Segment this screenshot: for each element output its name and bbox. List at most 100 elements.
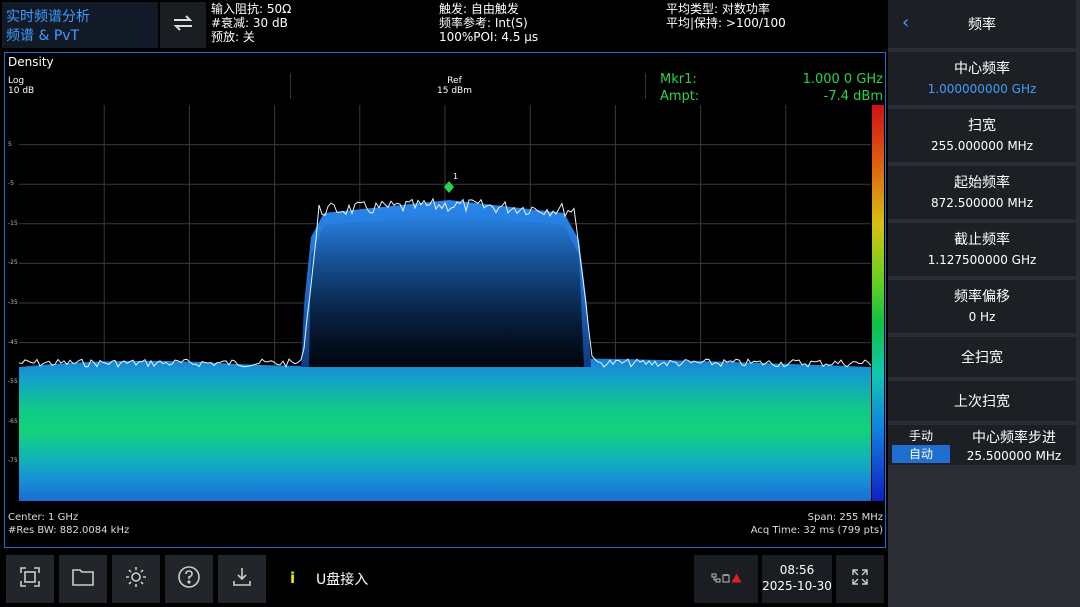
full-span-button[interactable]: 全扫宽: [888, 337, 1076, 377]
average-info[interactable]: 平均类型: 对数功率 平均|保持: >100/100: [666, 2, 786, 30]
acq-time-label: Acq Time: 32 ms (799 pts): [750, 525, 883, 536]
mode-selector[interactable]: 实时频谱分析 频谱 & PvT: [2, 2, 158, 48]
clock-time: 08:56: [779, 563, 815, 577]
marker-number: 1: [453, 172, 458, 181]
last-span-button[interactable]: 上次扫宽: [888, 381, 1076, 421]
attenuation-text: #衰减: 30 dB: [211, 16, 288, 30]
menu-item-label: 中心频率步进: [972, 430, 1056, 446]
menu-item-start-freq[interactable]: 起始频率 872.500000 MHz: [888, 166, 1076, 219]
menu-item-span[interactable]: 扫宽 255.000000 MHz: [888, 109, 1076, 162]
menu-item-label: 起始频率: [954, 175, 1010, 191]
screenshot-icon: [18, 565, 42, 593]
bottom-toolbar: i U盘接入 08:56 2025-10-30: [0, 552, 888, 607]
menu-item-center-freq[interactable]: 中心频率 1.000000000 GHz: [888, 52, 1076, 105]
menu-item-label: 扫宽: [968, 118, 996, 134]
display-mode-label: Density: [8, 55, 54, 69]
fullscreen-button[interactable]: [836, 555, 884, 603]
impedance-text: 输入阻抗: 50Ω: [211, 2, 292, 16]
y-tick-label: -35: [8, 299, 18, 306]
info-icon: i: [290, 569, 296, 587]
preamp-text: 预放: 关: [211, 30, 255, 44]
step-info: 中心频率步进 25.500000 MHz: [952, 427, 1076, 463]
res-bw-label: #Res BW: 882.0084 kHz: [8, 525, 130, 536]
menu-item-value: 1.127500000 GHz: [927, 253, 1037, 267]
step-auto-option[interactable]: 自动: [892, 445, 950, 463]
marker-values: 1.000 0 GHz -7.4 dBm: [803, 71, 883, 105]
settings-button[interactable]: [112, 555, 160, 603]
mode-name: 实时频谱分析: [6, 9, 90, 25]
y-tick-label: -75: [8, 457, 18, 465]
density-plot[interactable]: 1: [19, 105, 871, 501]
y-tick-label: -45: [8, 338, 18, 346]
menu-item-label: 频率偏移: [954, 289, 1010, 305]
file-manager-button[interactable]: [59, 555, 107, 603]
marker-freq-value: 1.000 0 GHz: [802, 72, 883, 87]
save-button[interactable]: [218, 555, 266, 603]
clock: 08:56 2025-10-30: [762, 555, 832, 603]
trigger-text: 触发: 自由触发: [439, 2, 519, 16]
y-tick-label: -65: [8, 417, 18, 425]
notification-message: U盘接入: [316, 572, 369, 588]
avg-type-text: 平均类型: 对数功率: [666, 2, 770, 16]
menu-item-value: 872.500000 MHz: [930, 196, 1034, 210]
clock-date: 2025-10-30: [762, 579, 832, 593]
system-status[interactable]: [694, 555, 758, 603]
noise-floor: [19, 358, 871, 501]
input-info[interactable]: 输入阻抗: 50Ω #衰减: 30 dB 预放: 关: [211, 2, 291, 44]
menu-item-value: 0 Hz: [968, 310, 996, 324]
gear-icon: [124, 565, 148, 593]
menu-item-value: 1.000000000 GHz: [927, 82, 1037, 96]
repeat-icon: [171, 12, 195, 38]
density-color-scale: [872, 105, 884, 501]
trigger-info[interactable]: 触发: 自由触发 频率参考: Int(S) 100%POI: 4.5 μs: [439, 2, 538, 44]
header-divider: [645, 73, 646, 99]
y-tick-label: -5: [8, 180, 14, 188]
step-mode-toggle[interactable]: 手动 自动: [892, 427, 950, 463]
spectrum-window[interactable]: Density Log 10 dB Ref 15 dBm Mkr1: Ampt:…: [4, 52, 886, 548]
y-tick-label: -15: [8, 219, 18, 227]
center-freq-label: Center: 1 GHz: [8, 512, 79, 523]
ref-level-label: Ref 15 dBm: [437, 76, 472, 96]
poi-text: 100%POI: 4.5 μs: [439, 30, 539, 44]
scale-type: Log: [8, 76, 25, 86]
status-header: 实时频谱分析 频谱 & PvT 输入阻抗: 50Ω #衰减: 30 dB 预放:…: [0, 0, 888, 50]
folder-icon: [71, 566, 95, 592]
ref-title: Ref: [447, 76, 462, 86]
expand-icon: [850, 567, 870, 591]
menu-header[interactable]: ‹ 频率: [888, 0, 1076, 48]
menu-item-label: 中心频率: [954, 61, 1010, 77]
freq-ref-text: 频率参考: Int(S): [439, 16, 528, 30]
marker-ampt-value: -7.4 dBm: [823, 89, 883, 104]
y-tick-label: -55: [8, 378, 18, 386]
help-button[interactable]: [165, 555, 213, 603]
avg-hold-text: 平均|保持: >100/100: [666, 16, 786, 30]
softkey-menu: ‹ 频率 中心频率 1.000000000 GHz 扫宽 255.000000 …: [888, 0, 1080, 607]
ref-value: 15 dBm: [437, 86, 472, 96]
screenshot-button[interactable]: [6, 555, 54, 603]
menu-item-value: 25.500000 MHz: [966, 449, 1062, 463]
menu-title: 频率: [968, 17, 996, 33]
step-manual-option[interactable]: 手动: [892, 427, 950, 445]
help-icon: [177, 565, 201, 593]
marker-labels: Mkr1: Ampt:: [660, 71, 699, 105]
menu-item-stop-freq[interactable]: 截止频率 1.127500000 GHz: [888, 223, 1076, 276]
menu-item-value: 255.000000 MHz: [930, 139, 1034, 153]
y-tick-label: 5: [8, 140, 12, 148]
menu-item-label: 截止频率: [954, 232, 1010, 248]
scale-label: Log 10 dB: [8, 76, 34, 96]
span-label: Span: 255 MHz: [807, 512, 883, 523]
network-icon: [711, 573, 721, 585]
menu-item-cf-step[interactable]: 手动 自动 中心频率步进 25.500000 MHz: [888, 425, 1076, 465]
signal-dark-density: [309, 215, 584, 367]
menu-item-freq-offset[interactable]: 频率偏移 0 Hz: [888, 280, 1076, 333]
restart-button[interactable]: [160, 2, 206, 48]
marker-ampt-label: Ampt:: [660, 89, 700, 104]
download-icon: [230, 565, 254, 593]
mode-submode: 频谱 & PvT: [6, 28, 80, 44]
y-tick-label: -25: [8, 259, 18, 267]
scale-div: 10 dB: [8, 86, 35, 96]
usb-icon: [721, 573, 731, 585]
warning-icon: [731, 573, 742, 585]
header-divider: [290, 73, 291, 99]
marker-freq-label: Mkr1:: [660, 72, 697, 87]
